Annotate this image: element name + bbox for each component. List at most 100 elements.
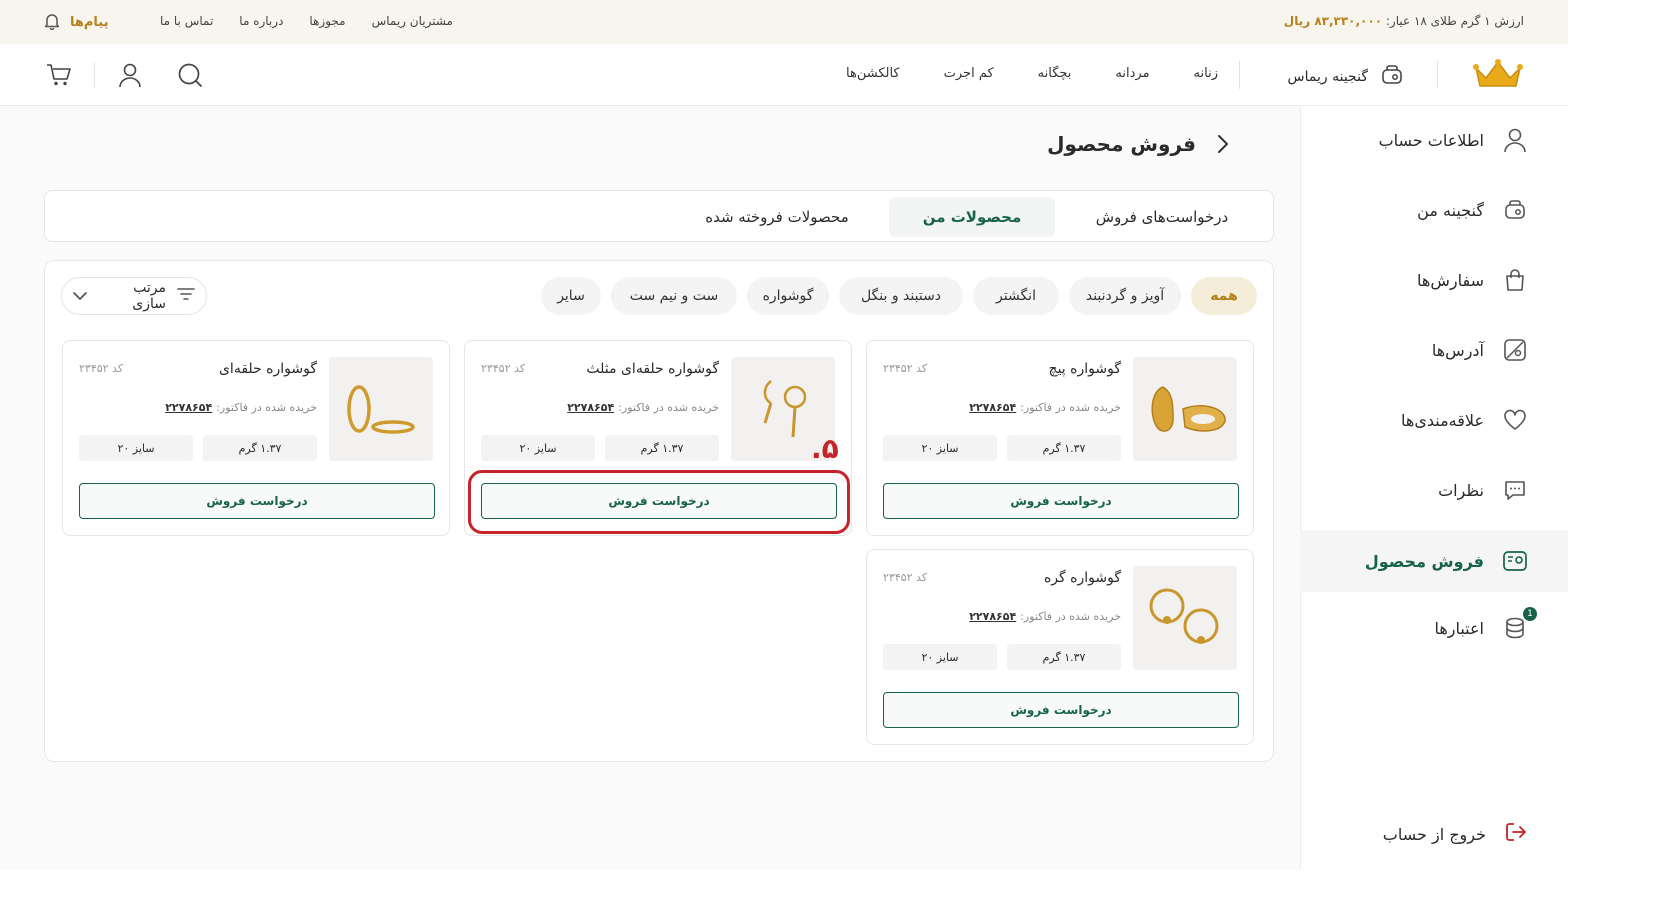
filter-rings[interactable]: انگشتر [973, 277, 1059, 315]
user-icon [1502, 127, 1528, 153]
nav-collections[interactable]: کالکشن‌ها [846, 66, 900, 81]
credits-badge: 1 [1523, 607, 1537, 621]
invoice-number-link[interactable]: ۲۲۷۸۶۵۴ [165, 401, 212, 414]
nav-kids[interactable]: بچگانه [1038, 66, 1072, 81]
heart-icon [1502, 407, 1528, 433]
product-card: گوشواره حلقه‌ای کد ۲۳۴۵۲ خریده شده در فا… [62, 340, 450, 536]
nav-men[interactable]: مردانه [1115, 66, 1149, 81]
tabs-bar: درخواست‌های فروش محصولات من محصولات فروخ… [44, 190, 1274, 242]
product-name: گوشواره گره [1043, 570, 1121, 586]
logout-button[interactable]: خروج از حساب [1383, 820, 1528, 848]
filter-earrings[interactable]: گوشواره [747, 277, 829, 315]
nav-women[interactable]: زنانه [1194, 66, 1218, 81]
header-actions [44, 60, 205, 90]
treasure-icon [1502, 197, 1528, 223]
gold-price: ارزش ۱ گرم طلای ۱۸ عیار: ۸۳,۳۳۰,۰۰۰ ریال [1284, 14, 1524, 28]
weight-pill: ۱.۳۷ گرم [605, 435, 719, 461]
header-divider [1437, 61, 1438, 89]
search-icon[interactable] [175, 60, 205, 90]
page-canvas: ارزش ۱ گرم طلای ۱۸ عیار: ۸۳,۳۳۰,۰۰۰ ریال… [0, 0, 1568, 870]
product-card: گوشواره پیچ کد ۲۳۴۵۲ خریده شده در فاکتور… [866, 340, 1254, 536]
filter-other[interactable]: سایر [541, 277, 601, 315]
sidebar-item-account-info[interactable]: اطلاعات حساب [1300, 112, 1568, 168]
product-card: گوشواره گره کد ۲۳۴۵۲ خریده شده در فاکتور… [866, 549, 1254, 745]
sell-request-button[interactable]: درخواست فروش [883, 483, 1239, 519]
invoice-number-link[interactable]: ۲۲۷۸۶۵۴ [969, 401, 1016, 414]
product-code: کد ۲۳۴۵۲ [883, 362, 928, 375]
invoice-info: خریده شده در فاکتور: ۲۲۷۸۶۵۴ [165, 401, 317, 414]
header-divider [1239, 61, 1240, 89]
sidebar-item-label: گنجینه من [1417, 200, 1484, 220]
product-name: گوشواره حلقه‌ای مثلث [586, 361, 719, 377]
sidebar-item-label: سفارش‌ها [1417, 270, 1484, 290]
product-name: گوشواره پیچ [1048, 361, 1121, 377]
bell-icon [44, 12, 60, 33]
top-links: تماس با ما درباره ما مجوزها مشتریان ریما… [160, 14, 453, 28]
invoice-number-link[interactable]: ۲۲۷۸۶۵۴ [567, 401, 614, 414]
product-code: کد ۲۳۴۵۲ [481, 362, 526, 375]
sell-icon [1502, 548, 1528, 574]
product-image [329, 357, 433, 461]
cart-icon[interactable] [44, 60, 74, 90]
invoice-label: خریده شده در فاکتور: [618, 401, 719, 414]
sidebar-item-favorites[interactable]: علاقه‌مندی‌ها [1300, 392, 1568, 448]
step-number: .۵ [811, 432, 839, 465]
filter-bracelets[interactable]: دستبند و بنگل [839, 277, 963, 315]
sidebar-item-label: نظرات [1438, 480, 1484, 500]
top-link-customers[interactable]: مشتریان ریماس [372, 14, 453, 28]
sidebar-item-label: علاقه‌مندی‌ها [1401, 410, 1484, 430]
coins-icon: 1 [1502, 607, 1537, 641]
invoice-info: خریده شده در فاکتور: ۲۲۷۸۶۵۴ [567, 401, 719, 414]
sell-request-button[interactable]: درخواست فروش [883, 692, 1239, 728]
filter-sets[interactable]: ست و نیم ست [611, 277, 737, 315]
map-icon [1502, 337, 1528, 363]
weight-pill: ۱.۳۷ گرم [203, 435, 317, 461]
sell-request-button[interactable]: درخواست فروش [481, 483, 837, 519]
main-nav: زنانه مردانه بچگانه کم اجرت کالکشن‌ها [846, 66, 1218, 81]
messages-button[interactable]: پیام‌ها [44, 12, 109, 33]
treasure-link[interactable]: گنجینه ریماس [1288, 64, 1404, 90]
weight-pill: ۱.۳۷ گرم [1007, 435, 1121, 461]
sell-request-button[interactable]: درخواست فروش [79, 483, 435, 519]
treasure-icon [1380, 64, 1404, 90]
size-pill: سایز ۲۰ [883, 435, 997, 461]
sidebar-item-comments[interactable]: نظرات [1300, 462, 1568, 518]
product-code: کد ۲۳۴۵۲ [79, 362, 124, 375]
product-name: گوشواره حلقه‌ای [218, 361, 317, 377]
logout-icon [1504, 820, 1528, 848]
sidebar-item-orders[interactable]: سفارش‌ها [1300, 252, 1568, 308]
sidebar-item-sell-product[interactable]: فروش محصول [1300, 530, 1568, 592]
crown-logo-icon[interactable] [1472, 58, 1524, 92]
product-code: کد ۲۳۴۵۲ [883, 571, 928, 584]
tab-my-products[interactable]: محصولات من [889, 197, 1055, 237]
tab-sold-products[interactable]: محصولات فروخته شده [677, 197, 877, 237]
page-title: فروش محصول [1047, 132, 1230, 156]
main-header: گنجینه ریماس زنانه مردانه بچگانه کم اجرت… [0, 44, 1568, 106]
top-link-about[interactable]: درباره ما [239, 14, 283, 28]
chevron-right-icon[interactable] [1216, 133, 1230, 155]
invoice-info: خریده شده در فاکتور: ۲۲۷۸۶۵۴ [969, 610, 1121, 623]
sidebar-item-addresses[interactable]: آدرس‌ها [1300, 322, 1568, 378]
page-title-text: فروش محصول [1047, 132, 1196, 156]
user-icon[interactable] [115, 60, 145, 90]
invoice-info: خریده شده در فاکتور: ۲۲۷۸۶۵۴ [969, 401, 1121, 414]
chat-icon [1502, 477, 1528, 503]
sidebar-item-credits[interactable]: 1 اعتبارها [1300, 600, 1568, 656]
sidebar-item-label: اعتبارها [1434, 618, 1484, 638]
top-link-contact[interactable]: تماس با ما [160, 14, 213, 28]
product-image [1133, 357, 1237, 461]
sidebar-item-my-treasure[interactable]: گنجینه من [1300, 182, 1568, 238]
account-sidebar: اطلاعات حساب گنجینه من سفارش‌ها آدرس‌ها … [1300, 106, 1568, 870]
weight-pill: ۱.۳۷ گرم [1007, 644, 1121, 670]
filter-all[interactable]: همه [1191, 277, 1257, 315]
gold-price-label: ارزش ۱ گرم طلای ۱۸ عیار: [1385, 14, 1524, 28]
messages-label: پیام‌ها [70, 15, 109, 30]
sort-dropdown[interactable]: مرتب سازی [61, 277, 207, 315]
invoice-number-link[interactable]: ۲۲۷۸۶۵۴ [969, 610, 1016, 623]
size-pill: سایز ۲۰ [883, 644, 997, 670]
filter-pendants[interactable]: آویز و گردنبند [1069, 277, 1181, 315]
header-divider [94, 62, 95, 88]
tab-sell-requests[interactable]: درخواست‌های فروش [1067, 197, 1257, 237]
nav-low-wage[interactable]: کم اجرت [944, 66, 994, 81]
top-link-licenses[interactable]: مجوزها [309, 14, 345, 28]
